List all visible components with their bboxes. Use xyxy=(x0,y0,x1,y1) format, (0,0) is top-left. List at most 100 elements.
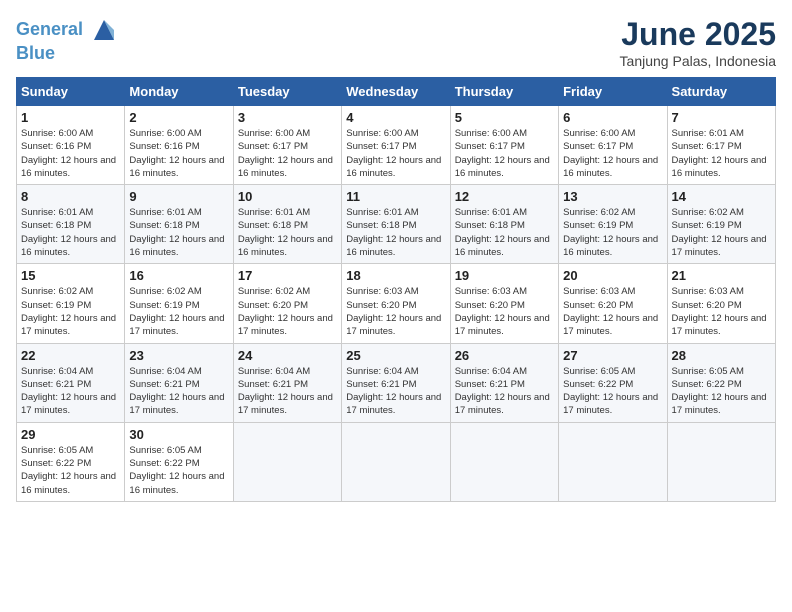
day-info: Sunrise: 6:00 AM Sunset: 6:17 PM Dayligh… xyxy=(455,127,554,180)
calendar-cell: 21 Sunrise: 6:03 AM Sunset: 6:20 PM Dayli… xyxy=(667,264,775,343)
day-info: Sunrise: 6:05 AM Sunset: 6:22 PM Dayligh… xyxy=(21,444,120,497)
col-header-tuesday: Tuesday xyxy=(233,78,341,106)
day-number: 8 xyxy=(21,189,120,204)
calendar-cell: 19Sunrise: 6:03 AM Sunset: 6:20 PM Dayli… xyxy=(450,264,558,343)
calendar-cell xyxy=(450,422,558,501)
calendar-cell: 3 Sunrise: 6:00 AM Sunset: 6:17 PM Daylig… xyxy=(233,106,341,185)
day-info: Sunrise: 6:03 AM Sunset: 6:20 PM Dayligh… xyxy=(672,285,771,338)
day-number: 2 xyxy=(129,110,228,125)
day-info: Sunrise: 6:01 AM Sunset: 6:18 PM Dayligh… xyxy=(238,206,337,259)
day-number: 22 xyxy=(21,348,120,363)
day-number: 10 xyxy=(238,189,337,204)
day-info: Sunrise: 6:03 AM Sunset: 6:20 PM Dayligh… xyxy=(455,285,554,338)
day-number: 24 xyxy=(238,348,337,363)
day-number: 5 xyxy=(455,110,554,125)
calendar-cell: 14Sunrise: 6:02 AM Sunset: 6:19 PM Dayli… xyxy=(667,185,775,264)
day-info: Sunrise: 6:02 AM Sunset: 6:19 PM Dayligh… xyxy=(563,206,662,259)
calendar-cell: 17 Sunrise: 6:02 AM Sunset: 6:20 PM Dayli… xyxy=(233,264,341,343)
calendar-cell: 1 Sunrise: 6:00 AM Sunset: 6:16 PM Daylig… xyxy=(17,106,125,185)
col-header-sunday: Sunday xyxy=(17,78,125,106)
calendar-cell: 10 Sunrise: 6:01 AM Sunset: 6:18 PM Dayli… xyxy=(233,185,341,264)
day-number: 21 xyxy=(672,268,771,283)
day-number: 29 xyxy=(21,427,120,442)
day-info: Sunrise: 6:01 AM Sunset: 6:18 PM Dayligh… xyxy=(129,206,228,259)
day-number: 11 xyxy=(346,189,445,204)
day-number: 23 xyxy=(129,348,228,363)
day-info: Sunrise: 6:04 AM Sunset: 6:21 PM Dayligh… xyxy=(129,365,228,418)
calendar-cell: 26 Sunrise: 6:04 AM Sunset: 6:21 PM Dayli… xyxy=(450,343,558,422)
calendar-cell xyxy=(233,422,341,501)
calendar-cell xyxy=(559,422,667,501)
day-number: 9 xyxy=(129,189,228,204)
day-info: Sunrise: 6:00 AM Sunset: 6:17 PM Dayligh… xyxy=(346,127,445,180)
col-header-wednesday: Wednesday xyxy=(342,78,450,106)
day-info: Sunrise: 6:04 AM Sunset: 6:21 PM Dayligh… xyxy=(21,365,120,418)
day-info: Sunrise: 6:05 AM Sunset: 6:22 PM Dayligh… xyxy=(129,444,228,497)
day-number: 18 xyxy=(346,268,445,283)
day-info: Sunrise: 6:04 AM Sunset: 6:21 PM Dayligh… xyxy=(346,365,445,418)
day-number: 3 xyxy=(238,110,337,125)
calendar-cell: 27Sunrise: 6:05 AM Sunset: 6:22 PM Dayli… xyxy=(559,343,667,422)
day-info: Sunrise: 6:02 AM Sunset: 6:19 PM Dayligh… xyxy=(672,206,771,259)
calendar-cell: 22 Sunrise: 6:04 AM Sunset: 6:21 PM Dayli… xyxy=(17,343,125,422)
location-title: Tanjung Palas, Indonesia xyxy=(620,53,776,69)
day-info: Sunrise: 6:02 AM Sunset: 6:19 PM Dayligh… xyxy=(129,285,228,338)
calendar-cell: 16 Sunrise: 6:02 AM Sunset: 6:19 PM Dayli… xyxy=(125,264,233,343)
logo-general: General xyxy=(16,19,83,39)
day-number: 6 xyxy=(563,110,662,125)
month-title: June 2025 xyxy=(620,16,776,53)
col-header-saturday: Saturday xyxy=(667,78,775,106)
calendar-cell xyxy=(667,422,775,501)
day-number: 16 xyxy=(129,268,228,283)
calendar-cell: 20Sunrise: 6:03 AM Sunset: 6:20 PM Dayli… xyxy=(559,264,667,343)
day-number: 17 xyxy=(238,268,337,283)
day-number: 25 xyxy=(346,348,445,363)
col-header-monday: Monday xyxy=(125,78,233,106)
calendar-cell: 15 Sunrise: 6:02 AM Sunset: 6:19 PM Dayli… xyxy=(17,264,125,343)
calendar-cell: 24 Sunrise: 6:04 AM Sunset: 6:21 PM Dayli… xyxy=(233,343,341,422)
day-info: Sunrise: 6:01 AM Sunset: 6:17 PM Dayligh… xyxy=(672,127,771,180)
calendar-week-row: 15 Sunrise: 6:02 AM Sunset: 6:19 PM Dayli… xyxy=(17,264,776,343)
day-number: 13 xyxy=(563,189,662,204)
calendar-cell: 9 Sunrise: 6:01 AM Sunset: 6:18 PM Daylig… xyxy=(125,185,233,264)
day-number: 1 xyxy=(21,110,120,125)
title-area: June 2025 Tanjung Palas, Indonesia xyxy=(620,16,776,69)
calendar-header-row: SundayMondayTuesdayWednesdayThursdayFrid… xyxy=(17,78,776,106)
calendar-cell: 7Sunrise: 6:01 AM Sunset: 6:17 PM Daylig… xyxy=(667,106,775,185)
col-header-friday: Friday xyxy=(559,78,667,106)
day-number: 15 xyxy=(21,268,120,283)
day-info: Sunrise: 6:00 AM Sunset: 6:16 PM Dayligh… xyxy=(129,127,228,180)
day-info: Sunrise: 6:05 AM Sunset: 6:22 PM Dayligh… xyxy=(563,365,662,418)
day-info: Sunrise: 6:02 AM Sunset: 6:19 PM Dayligh… xyxy=(21,285,120,338)
calendar-cell xyxy=(342,422,450,501)
day-info: Sunrise: 6:03 AM Sunset: 6:20 PM Dayligh… xyxy=(563,285,662,338)
calendar-cell: 5 Sunrise: 6:00 AM Sunset: 6:17 PM Daylig… xyxy=(450,106,558,185)
calendar-table: SundayMondayTuesdayWednesdayThursdayFrid… xyxy=(16,77,776,502)
calendar-week-row: 8 Sunrise: 6:01 AM Sunset: 6:18 PM Daylig… xyxy=(17,185,776,264)
calendar-cell: 4 Sunrise: 6:00 AM Sunset: 6:17 PM Daylig… xyxy=(342,106,450,185)
calendar-cell: 12Sunrise: 6:01 AM Sunset: 6:18 PM Dayli… xyxy=(450,185,558,264)
day-number: 12 xyxy=(455,189,554,204)
calendar-cell: 13 Sunrise: 6:02 AM Sunset: 6:19 PM Dayli… xyxy=(559,185,667,264)
day-info: Sunrise: 6:04 AM Sunset: 6:21 PM Dayligh… xyxy=(238,365,337,418)
day-info: Sunrise: 6:01 AM Sunset: 6:18 PM Dayligh… xyxy=(346,206,445,259)
day-info: Sunrise: 6:00 AM Sunset: 6:17 PM Dayligh… xyxy=(238,127,337,180)
page-header: General Blue June 2025 Tanjung Palas, In… xyxy=(16,16,776,69)
calendar-cell: 28Sunrise: 6:05 AM Sunset: 6:22 PM Dayli… xyxy=(667,343,775,422)
calendar-cell: 18 Sunrise: 6:03 AM Sunset: 6:20 PM Dayli… xyxy=(342,264,450,343)
day-info: Sunrise: 6:01 AM Sunset: 6:18 PM Dayligh… xyxy=(21,206,120,259)
day-info: Sunrise: 6:00 AM Sunset: 6:16 PM Dayligh… xyxy=(21,127,120,180)
calendar-week-row: 1 Sunrise: 6:00 AM Sunset: 6:16 PM Daylig… xyxy=(17,106,776,185)
day-info: Sunrise: 6:02 AM Sunset: 6:20 PM Dayligh… xyxy=(238,285,337,338)
calendar-cell: 8 Sunrise: 6:01 AM Sunset: 6:18 PM Daylig… xyxy=(17,185,125,264)
day-number: 4 xyxy=(346,110,445,125)
day-number: 30 xyxy=(129,427,228,442)
day-number: 26 xyxy=(455,348,554,363)
calendar-cell: 30 Sunrise: 6:05 AM Sunset: 6:22 PM Dayli… xyxy=(125,422,233,501)
day-info: Sunrise: 6:04 AM Sunset: 6:21 PM Dayligh… xyxy=(455,365,554,418)
calendar-week-row: 22 Sunrise: 6:04 AM Sunset: 6:21 PM Dayli… xyxy=(17,343,776,422)
col-header-thursday: Thursday xyxy=(450,78,558,106)
day-info: Sunrise: 6:03 AM Sunset: 6:20 PM Dayligh… xyxy=(346,285,445,338)
calendar-cell: 2 Sunrise: 6:00 AM Sunset: 6:16 PM Daylig… xyxy=(125,106,233,185)
calendar-week-row: 29 Sunrise: 6:05 AM Sunset: 6:22 PM Dayli… xyxy=(17,422,776,501)
